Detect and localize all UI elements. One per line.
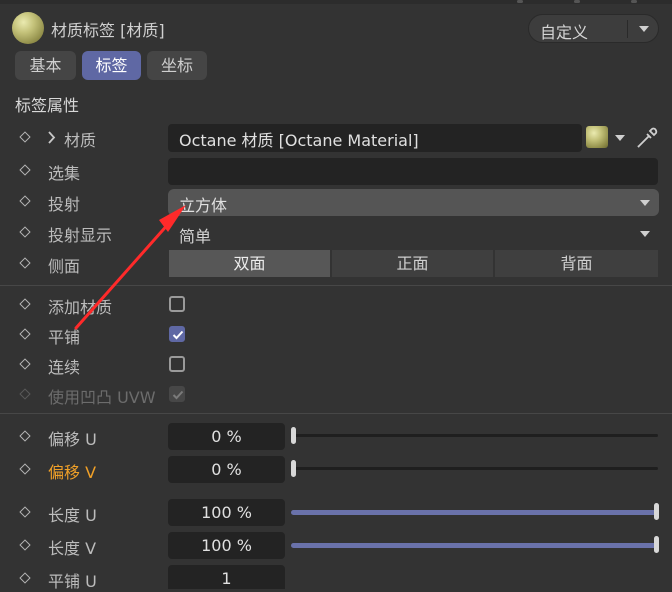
- offset-v-label: 偏移 V: [48, 463, 97, 482]
- divider: [0, 413, 672, 414]
- keyframe-diamond-icon[interactable]: [19, 430, 31, 442]
- seamless-label: 连续: [48, 358, 81, 377]
- window-control-dot[interactable]: [574, 0, 580, 3]
- tiles-u-input[interactable]: 1: [168, 565, 285, 589]
- length-v-slider-fill[interactable]: [291, 543, 658, 548]
- projection-display-dropdown[interactable]: 简单: [168, 220, 659, 247]
- side-label: 侧面: [48, 257, 81, 276]
- use-bump-uvw-label: 使用凹凸 UVW: [48, 388, 156, 407]
- length-u-slider-thumb[interactable]: [654, 503, 659, 520]
- offset-u-slider-thumb[interactable]: [291, 427, 296, 444]
- material-ball-icon: [12, 12, 44, 44]
- window-control-dot[interactable]: [517, 0, 523, 3]
- chevron-down-icon: [640, 200, 650, 206]
- length-v-input[interactable]: 100 %: [168, 532, 285, 559]
- section-title: 标签属性: [15, 96, 80, 115]
- offset-v-input[interactable]: 0 %: [168, 456, 285, 483]
- material-label: 材质: [64, 131, 97, 150]
- keyframe-diamond-icon[interactable]: [19, 131, 31, 143]
- selection-label: 选集: [48, 164, 81, 183]
- length-u-slider-fill[interactable]: [291, 510, 658, 515]
- keyframe-diamond-icon[interactable]: [19, 572, 31, 584]
- projection-dropdown[interactable]: 立方体: [168, 189, 659, 216]
- tab-basic[interactable]: 基本: [15, 51, 76, 80]
- offset-u-input[interactable]: 0 %: [168, 423, 285, 450]
- keyframe-diamond-icon[interactable]: [19, 164, 31, 176]
- projection-display-label: 投射显示: [48, 226, 113, 245]
- keyframe-diamond-icon[interactable]: [19, 506, 31, 518]
- checkmark-icon: [172, 390, 184, 400]
- chevron-down-icon[interactable]: [615, 135, 625, 141]
- add-material-checkbox[interactable]: [169, 296, 185, 312]
- side-option-back[interactable]: 背面: [495, 250, 658, 277]
- keyframe-diamond-icon[interactable]: [19, 463, 31, 475]
- dropdown-separator: [627, 20, 628, 38]
- keyframe-diamond-icon: [19, 388, 31, 400]
- offset-v-slider-track[interactable]: [291, 467, 658, 470]
- keyframe-diamond-icon[interactable]: [19, 539, 31, 551]
- chevron-down-icon: [639, 26, 649, 32]
- use-bump-uvw-checkbox: [169, 386, 185, 402]
- eyedropper-icon[interactable]: [635, 126, 659, 150]
- checkmark-icon: [172, 330, 184, 340]
- window-control-dot[interactable]: [631, 0, 637, 3]
- offset-u-slider-track[interactable]: [291, 434, 658, 437]
- top-strip: [0, 0, 672, 4]
- length-u-input[interactable]: 100 %: [168, 499, 285, 526]
- side-option-front[interactable]: 正面: [332, 250, 493, 277]
- side-option-double[interactable]: 双面: [169, 250, 330, 277]
- selection-field[interactable]: [168, 158, 658, 185]
- panel-title: 材质标签 [材质]: [51, 21, 165, 40]
- keyframe-diamond-icon[interactable]: [19, 298, 31, 310]
- seamless-checkbox[interactable]: [169, 356, 185, 372]
- offset-v-slider-thumb[interactable]: [291, 460, 296, 477]
- length-v-slider-thumb[interactable]: [654, 536, 659, 553]
- tab-tag[interactable]: 标签: [82, 51, 141, 80]
- mode-dropdown-label: 自定义: [540, 23, 589, 42]
- keyframe-diamond-icon[interactable]: [19, 195, 31, 207]
- divider: [0, 285, 672, 286]
- projection-display-value: 简单: [179, 227, 212, 246]
- tile-label: 平铺: [48, 328, 81, 347]
- keyframe-diamond-icon[interactable]: [19, 257, 31, 269]
- offset-u-label: 偏移 U: [48, 430, 97, 449]
- material-preview-icon: [586, 126, 608, 148]
- keyframe-diamond-icon[interactable]: [19, 358, 31, 370]
- length-u-label: 长度 U: [48, 506, 97, 525]
- expand-chevron-icon[interactable]: [48, 131, 56, 144]
- mode-dropdown[interactable]: 自定义: [528, 14, 659, 43]
- tile-checkbox[interactable]: [169, 326, 185, 342]
- chevron-down-icon: [640, 231, 650, 237]
- length-v-label: 长度 V: [48, 539, 97, 558]
- keyframe-diamond-icon[interactable]: [19, 226, 31, 238]
- projection-label: 投射: [48, 195, 81, 214]
- projection-value: 立方体: [179, 196, 228, 215]
- tab-coordinates[interactable]: 坐标: [147, 51, 207, 80]
- tiles-u-label: 平铺 U: [48, 572, 97, 591]
- keyframe-diamond-icon[interactable]: [19, 328, 31, 340]
- add-material-label: 添加材质: [48, 298, 113, 317]
- material-link-value: Octane 材质 [Octane Material]: [179, 131, 419, 150]
- material-link-field[interactable]: Octane 材质 [Octane Material]: [168, 124, 582, 152]
